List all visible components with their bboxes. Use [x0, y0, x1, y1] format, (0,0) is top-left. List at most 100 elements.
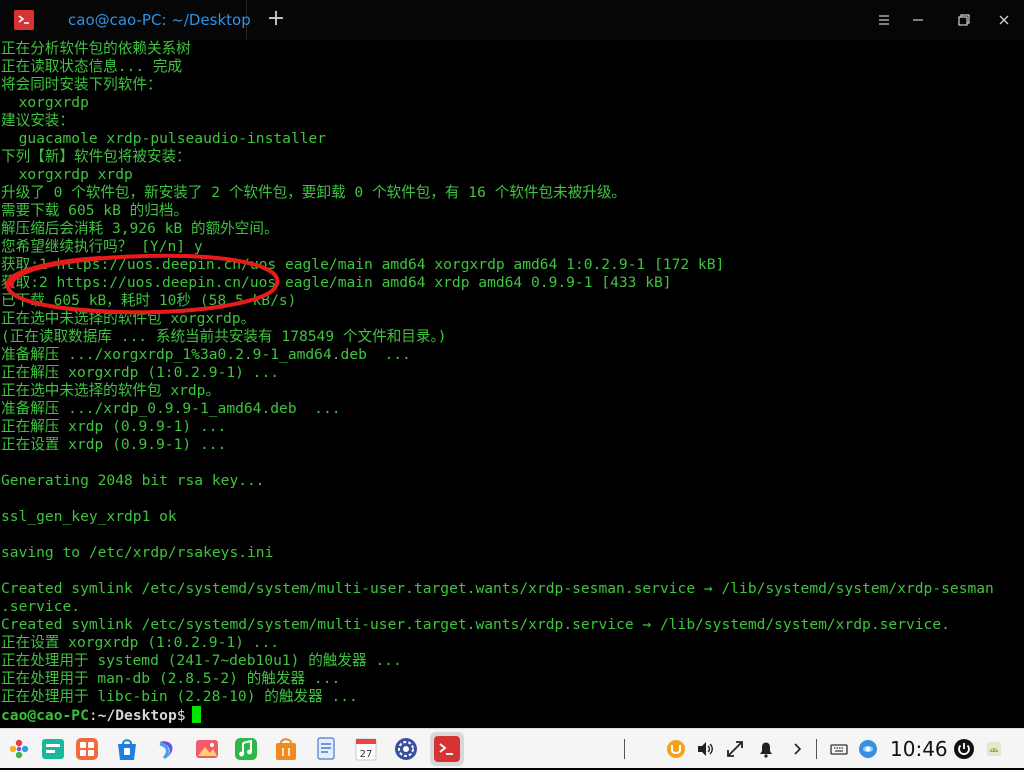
terminal-app-icon[interactable] — [14, 10, 34, 30]
bag-icon — [276, 738, 296, 760]
prompt-cwd: ~/Desktop — [97, 707, 177, 724]
terminal-lines: 正在分析软件包的依赖关系树 正在读取状态信息... 完成 将会同时安装下列软件： x… — [1, 40, 994, 724]
terminal-line: 正在解压 xorgxrdp (1:0.2.9-1) ... — [1, 364, 280, 381]
gear-icon — [395, 738, 417, 760]
document-viewer-button[interactable] — [313, 736, 339, 762]
terminal-line: Generating 2048 bit rsa key... — [1, 472, 265, 489]
image-viewer-button[interactable] — [194, 736, 220, 762]
terminal-line: 正在设置 xrdp (0.9.9-1) ... — [1, 436, 227, 453]
photo-icon — [196, 740, 218, 758]
browser-icon — [159, 741, 173, 760]
terminal-line: xorgxrdp xrdp — [1, 166, 133, 183]
input-method-icon — [667, 740, 685, 758]
music-button[interactable] — [233, 736, 259, 762]
control-center-button[interactable] — [74, 736, 100, 762]
grid-apps-icon — [76, 738, 98, 760]
music-icon — [235, 738, 257, 760]
terminal-line: 准备解压 .../xorgxrdp_1%3a0.2.9-1_amd64.deb … — [1, 346, 411, 363]
calendar-icon: 27 — [355, 738, 377, 761]
tray-separator — [816, 739, 817, 759]
terminal-line: 正在分析软件包的依赖关系树 — [1, 40, 191, 57]
launcher-icon — [9, 739, 29, 759]
close-button[interactable] — [992, 8, 1016, 32]
terminal-line: 正在选中未选择的软件包 xorgxrdp。 — [1, 310, 256, 327]
shell-prompt[interactable]: cao@cao-PC:~/Desktop$ — [1, 706, 994, 724]
terminal-cursor — [191, 706, 201, 723]
maximize-button[interactable] — [952, 8, 976, 32]
terminal-line: .service. — [1, 598, 81, 615]
terminal-line: 准备解压 .../xrdp_0.9.9-1_amd64.deb ... — [1, 400, 341, 417]
terminal-line: guacamole xrdp-pulseaudio-installer — [1, 130, 327, 147]
browser-button[interactable] — [154, 736, 180, 762]
close-icon — [999, 15, 1009, 25]
terminal-line: Created symlink /etc/systemd/system/mult… — [1, 616, 950, 633]
tab-desktop[interactable]: cao@cao-PC: ~/Desktop — [56, 0, 251, 40]
multitask-view-button[interactable] — [40, 736, 66, 762]
keyboard-icon — [830, 744, 848, 755]
terminal-line: xorgxrdp — [1, 94, 89, 111]
terminal-line: (正在读取数据库 ... 系统当前共安装有 178549 个文件和目录。) — [1, 328, 447, 345]
minimize-button[interactable] — [906, 8, 930, 32]
terminal-line: 需要下载 605 kB 的归档。 — [1, 202, 189, 219]
terminal-line: 解压缩后会消耗 3,926 kB 的额外空间。 — [1, 220, 279, 237]
terminal-line: 升级了 0 个软件包，新安装了 2 个软件包，要卸载 0 个软件包，有 16 个… — [1, 184, 627, 201]
terminal-line: 建议安装： — [1, 112, 74, 129]
document-icon — [317, 737, 335, 760]
menu-button[interactable] — [872, 8, 896, 32]
terminal-line: 下列【新】软件包将被安装： — [1, 148, 191, 165]
network-tray[interactable] — [724, 738, 746, 760]
notification-tray[interactable] — [755, 738, 777, 760]
tab-title: cao@cao-PC: ~/Desktop — [68, 11, 251, 29]
keyboard-tray[interactable] — [828, 738, 850, 760]
tray-expand-button[interactable] — [786, 738, 808, 760]
new-tab-button[interactable]: + — [263, 8, 289, 32]
prompt-separator: : — [88, 707, 98, 724]
settings-button[interactable] — [393, 736, 419, 762]
terminal-line: 正在选中未选择的软件包 xrdp。 — [1, 382, 221, 399]
terminal-line: 获取:1 https://uos.deepin.cn/uos eagle/mai… — [1, 256, 725, 273]
prompt-symbol: $ — [176, 707, 186, 724]
terminal-line: 正在处理用于 man-db (2.8.5-2) 的触发器 ... — [1, 670, 341, 687]
minimize-icon — [913, 19, 923, 21]
input-method-tray[interactable] — [665, 738, 687, 760]
title-bar: cao@cao-PC: ~/Desktop + — [0, 0, 1024, 40]
terminal-output[interactable]: 正在分析软件包的依赖关系树 正在读取状态信息... 完成 将会同时安装下列软件： x… — [0, 40, 1024, 728]
terminal-line: 已下载 605 kB，耗时 10秒 (58.5 kB/s) — [1, 292, 297, 309]
android-icon — [987, 742, 1001, 756]
security-center-tray[interactable] — [857, 738, 879, 760]
launcher-button[interactable] — [6, 736, 32, 762]
terminal-line: 正在解压 xrdp (0.9.9-1) ... — [1, 418, 227, 435]
prompt-user-host: cao@cao-PC — [1, 707, 89, 724]
power-button[interactable] — [953, 738, 975, 760]
show-desktop-button[interactable] — [983, 738, 1005, 760]
terminal-line: 您希望继续执行吗？ [Y/n] y — [1, 238, 203, 255]
hamburger-icon — [879, 15, 889, 25]
terminal-line: 正在处理用于 systemd (241-7~deb10u1) 的触发器 ... — [1, 652, 402, 669]
app-store-button[interactable] — [114, 736, 140, 762]
volume-tray[interactable] — [694, 738, 716, 760]
calendar-button[interactable]: 27 — [353, 736, 379, 762]
terminal-line: 将会同时安装下列软件： — [1, 76, 162, 93]
terminal-line: 获取:2 https://uos.deepin.cn/uos eagle/mai… — [1, 274, 672, 291]
terminal-line: 正在处理用于 libc-bin (2.28-10) 的触发器 ... — [1, 688, 358, 705]
terminal-line: 正在读取状态信息... 完成 — [1, 58, 183, 75]
network-icon — [727, 741, 743, 757]
terminal-dock-button[interactable] — [430, 732, 464, 766]
restore-icon — [958, 14, 970, 26]
taskbar-dock: 27 10:46 — [0, 728, 1024, 768]
dock-separator — [624, 739, 625, 759]
terminal-line: saving to /etc/xrdp/rsakeys.ini — [1, 544, 274, 561]
archive-manager-button[interactable] — [273, 736, 299, 762]
terminal-line: Created symlink /etc/systemd/system/mult… — [1, 580, 994, 597]
multitask-icon — [42, 739, 64, 759]
terminal-icon — [434, 736, 460, 762]
terminal-line: ssl_gen_key_xrdp1 ok — [1, 508, 177, 525]
clock[interactable]: 10:46 — [890, 737, 948, 761]
shield-icon — [859, 740, 877, 758]
calendar-day: 27 — [360, 749, 373, 760]
volume-icon — [698, 742, 713, 756]
